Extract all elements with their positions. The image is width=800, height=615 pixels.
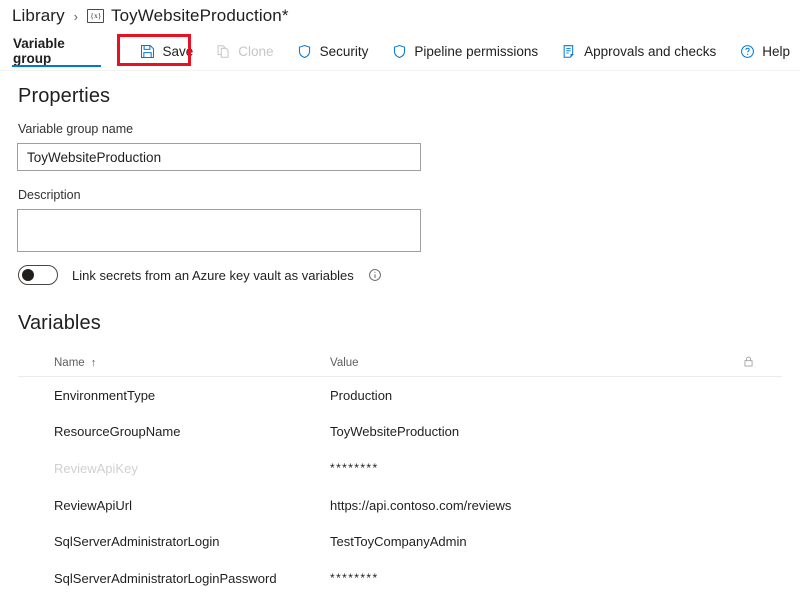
breadcrumb-current-title: ToyWebsiteProduction* [111, 6, 289, 25]
clone-icon [215, 43, 231, 59]
column-header-lock [742, 355, 782, 371]
keyvault-toggle-label: Link secrets from an Azure key vault as … [72, 267, 354, 283]
security-button-label: Security [319, 43, 369, 59]
variable-name-cell: EnvironmentType [54, 387, 156, 403]
help-icon [739, 43, 755, 59]
command-toolbar: Variable group Save Clone Security Pipel… [0, 32, 800, 70]
keyvault-link-toggle[interactable] [18, 265, 58, 285]
variable-name-cell: ReviewApiKey [54, 460, 138, 476]
description-label: Description [18, 188, 81, 202]
variable-name-cell: SqlServerAdministratorLoginPassword [54, 570, 277, 586]
help-button[interactable]: Help [729, 36, 800, 66]
checklist-icon [561, 43, 577, 59]
toolbar-divider [118, 41, 120, 61]
toggle-knob [22, 269, 34, 281]
approvals-and-checks-button-label: Approvals and checks [584, 43, 717, 59]
table-row[interactable]: EnvironmentType Production [18, 377, 782, 414]
variable-value-cell-masked: ******** [330, 571, 379, 586]
column-header-name-label: Name [54, 357, 85, 369]
variable-value-cell-masked: ******** [330, 461, 379, 476]
column-header-value[interactable]: Value [328, 357, 742, 369]
tab-variable-group-label: Variable group [13, 36, 65, 66]
variable-value-cell: TestToyCompanyAdmin [330, 534, 467, 550]
variables-heading: Variables [18, 312, 101, 334]
keyvault-toggle-row: Link secrets from an Azure key vault as … [18, 264, 383, 286]
toolbar-bottom-border [0, 70, 800, 71]
table-row[interactable]: SqlServerAdministratorLoginPassword *****… [18, 560, 782, 597]
variable-value-cell: Production [330, 387, 393, 403]
table-row[interactable]: ResourceGroupName ToyWebsiteProduction [18, 414, 782, 451]
security-button[interactable]: Security [287, 36, 379, 66]
description-input[interactable] [17, 209, 421, 252]
lock-icon [742, 355, 755, 371]
approvals-and-checks-button[interactable]: Approvals and checks [551, 36, 726, 66]
clone-button-label: Clone [238, 43, 274, 59]
variable-group-icon-glyph: {x} [89, 11, 102, 20]
shield-icon [391, 43, 407, 59]
table-row[interactable]: ReviewApiKey ******** [18, 450, 782, 487]
save-button-label: Save [162, 43, 194, 59]
help-button-label: Help [762, 43, 790, 59]
save-button[interactable]: Save [131, 36, 203, 66]
variable-group-name-input[interactable] [17, 143, 421, 171]
shield-icon [297, 43, 313, 59]
variable-value-cell: https://api.contoso.com/reviews [330, 497, 512, 513]
column-header-value-label: Value [330, 357, 359, 369]
breadcrumb-separator-icon: › [73, 8, 79, 24]
save-icon [140, 43, 156, 59]
variables-rows: EnvironmentType Production ResourceGroupNa… [18, 377, 782, 597]
sort-ascending-icon: ↑ [90, 356, 97, 369]
variable-group-icon: {x} [87, 9, 105, 23]
info-icon[interactable] [368, 268, 383, 283]
variable-name-cell: ReviewApiUrl [54, 497, 133, 513]
variables-table: Name ↑ Value EnvironmentType Production Re… [18, 350, 782, 597]
table-row[interactable]: SqlServerAdministratorLogin TestToyCompan… [18, 523, 782, 560]
properties-heading: Properties [18, 85, 111, 107]
clone-button: Clone [205, 36, 283, 66]
column-header-name[interactable]: Name ↑ [18, 357, 328, 369]
variable-value-cell: ToyWebsiteProduction [330, 424, 460, 440]
breadcrumb-library-link[interactable]: Library [12, 6, 65, 26]
variable-group-name-label: Variable group name [18, 122, 134, 136]
variables-table-header: Name ↑ Value [18, 350, 782, 377]
pipeline-permissions-button-label: Pipeline permissions [414, 43, 539, 59]
breadcrumb: Library › {x} ToyWebsiteProduction* [12, 2, 289, 30]
variable-name-cell: ResourceGroupName [54, 424, 181, 440]
tab-variable-group[interactable]: Variable group [12, 32, 101, 70]
table-row[interactable]: ReviewApiUrl https://api.contoso.com/revi… [18, 487, 782, 524]
pipeline-permissions-button[interactable]: Pipeline permissions [381, 36, 548, 66]
variable-name-cell: SqlServerAdministratorLogin [54, 534, 220, 550]
